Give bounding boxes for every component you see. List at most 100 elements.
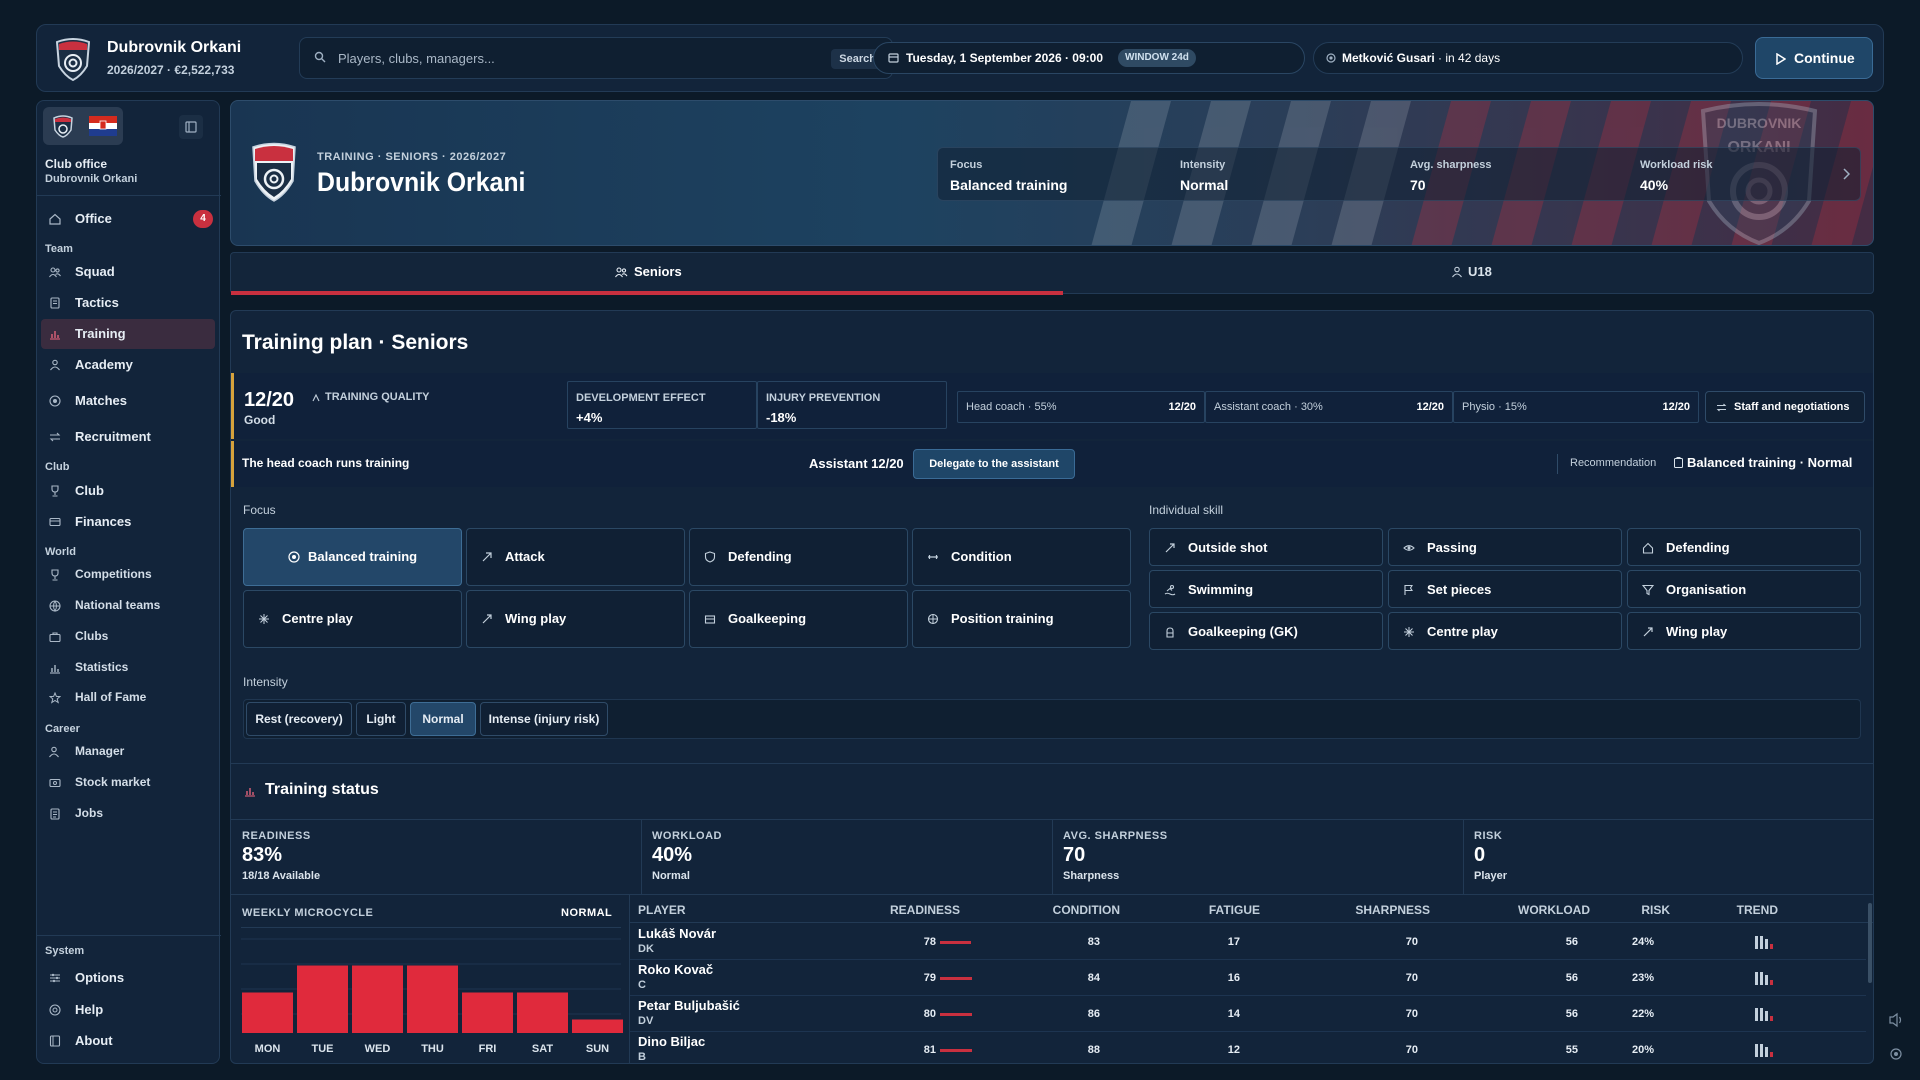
intensity-normal[interactable]: Normal xyxy=(410,702,476,736)
skill-goalkeeping-gk[interactable]: Goalkeeping (GK) xyxy=(1149,612,1383,650)
intensity-intense[interactable]: Intense (injury risk) xyxy=(480,702,608,736)
focus-balanced-training[interactable]: Balanced training xyxy=(243,528,462,586)
column-header-condition[interactable]: CONDITION xyxy=(1020,903,1120,917)
club-switcher[interactable] xyxy=(43,107,123,145)
skill-label: Centre play xyxy=(1427,624,1498,639)
focus-defending[interactable]: Defending xyxy=(689,528,908,586)
delegate-button[interactable]: Delegate to the assistant xyxy=(913,449,1075,479)
tab-u18[interactable]: U18 xyxy=(1063,253,1875,295)
sidebar-item-hall-of-fame[interactable]: Hall of Fame xyxy=(41,683,215,713)
focus-wing-play[interactable]: Wing play xyxy=(466,590,685,648)
microcycle-bar-wed xyxy=(352,965,403,1033)
skill-passing[interactable]: Passing xyxy=(1388,528,1622,566)
player-name[interactable]: Roko Kovač xyxy=(638,962,713,977)
sidebar-toggle-icon[interactable] xyxy=(179,115,203,139)
sidebar-item-help[interactable]: Help xyxy=(41,995,215,1025)
sidebar-item-recruitment[interactable]: Recruitment xyxy=(41,422,215,452)
next-match[interactable]: Metković Gusari · in 42 days xyxy=(1313,42,1743,74)
sidebar-item-competitions[interactable]: Competitions xyxy=(41,560,215,590)
skill-set-pieces[interactable]: Set pieces xyxy=(1388,570,1622,608)
search-input[interactable]: Players, clubs, managers... Search xyxy=(299,37,893,79)
player-name[interactable]: Dino Biljac xyxy=(638,1034,705,1049)
volume-icon[interactable] xyxy=(1880,1004,1912,1036)
head-coach-label: Head coach · 55% xyxy=(966,401,1057,413)
sidebar-item-academy[interactable]: Academy xyxy=(41,350,215,380)
kpi-summary[interactable]: Focus Balanced training Intensity Normal… xyxy=(937,147,1861,201)
stat-sub: Player xyxy=(1474,870,1508,882)
sidebar-item-training[interactable]: Training xyxy=(41,319,215,349)
sparkle-icon xyxy=(311,393,321,403)
sidebar-item-about[interactable]: About xyxy=(41,1026,215,1056)
sidebar-item-club[interactable]: Club xyxy=(41,476,215,506)
club-crest-icon[interactable] xyxy=(53,36,93,82)
sidebar-item-statistics[interactable]: Statistics xyxy=(41,653,215,683)
sidebar-item-squad[interactable]: Squad xyxy=(41,257,215,287)
table-header: PLAYER READINESS CONDITION FATIGUE SHARPNESS… xyxy=(630,895,1873,923)
focus-option-label: Centre play xyxy=(282,611,353,626)
document-icon xyxy=(49,808,61,820)
skill-outside-shot[interactable]: Outside shot xyxy=(1149,528,1383,566)
sidebar-item-tactics[interactable]: Tactics xyxy=(41,288,215,318)
player-name[interactable]: Lukáš Novár xyxy=(638,926,716,941)
focus-goalkeeping[interactable]: Goalkeeping xyxy=(689,590,908,648)
column-header-fatigue[interactable]: FATIGUE xyxy=(1160,903,1260,917)
glove-icon xyxy=(1164,626,1176,638)
bar-chart-icon xyxy=(49,328,61,340)
column-header-sharpness[interactable]: SHARPNESS xyxy=(1330,903,1430,917)
staff-negotiations-button[interactable]: Staff and negotiations xyxy=(1705,391,1865,423)
date-display[interactable]: Tuesday, 1 September 2026 · 09:00 WINDOW… xyxy=(873,42,1305,74)
focus-attack[interactable]: Attack xyxy=(466,528,685,586)
kpi-risk-label: Workload risk xyxy=(1640,159,1713,171)
continue-button[interactable]: Continue xyxy=(1755,37,1873,79)
physio-card[interactable]: Physio · 15% 12/20 xyxy=(1453,391,1699,423)
readiness-bar xyxy=(940,977,972,980)
sidebar-item-office[interactable]: Office 4 xyxy=(41,204,215,234)
kpi-focus-value: Balanced training xyxy=(950,177,1068,193)
sidebar-item-matches[interactable]: Matches xyxy=(41,386,215,416)
skill-defending[interactable]: Defending xyxy=(1627,528,1861,566)
head-coach-card[interactable]: Head coach · 55% 12/20 xyxy=(957,391,1205,423)
table-row[interactable]: Petar Buljubašić DV 80 86 14 70 56 22% xyxy=(630,996,1866,1032)
trend-bars-icon xyxy=(1754,1006,1776,1022)
focus-condition[interactable]: Condition xyxy=(912,528,1131,586)
column-header-risk[interactable]: RISK xyxy=(1570,903,1670,917)
skill-wing-play[interactable]: Wing play xyxy=(1627,612,1861,650)
tab-seniors[interactable]: Seniors xyxy=(231,253,1063,291)
assistant-coach-card[interactable]: Assistant coach · 30% 12/20 xyxy=(1205,391,1453,423)
sidebar-item-options[interactable]: Options xyxy=(41,963,215,993)
skill-organisation[interactable]: Organisation xyxy=(1627,570,1861,608)
skill-centre-play[interactable]: Centre play xyxy=(1388,612,1622,650)
inj-label: INJURY PREVENTION xyxy=(766,392,881,404)
sidebar-item-label: Options xyxy=(75,970,125,985)
sidebar-item-stock-market[interactable]: Stock market xyxy=(41,768,215,798)
player-position: DK xyxy=(638,943,654,955)
sidebar-item-finances[interactable]: Finances xyxy=(41,507,215,537)
table-row[interactable]: Roko Kovač C 79 84 16 70 56 23% xyxy=(630,960,1866,996)
skill-swimming[interactable]: Swimming xyxy=(1149,570,1383,608)
wallet-icon xyxy=(49,516,61,528)
arrow-up-right-icon xyxy=(481,551,493,563)
sidebar-item-manager[interactable]: Manager xyxy=(41,737,215,767)
sidebar-item-clubs[interactable]: Clubs xyxy=(41,622,215,652)
arrow-diagonal-icon xyxy=(1642,626,1654,638)
focus-label: Focus xyxy=(243,503,276,517)
sidebar-item-national-teams[interactable]: National teams xyxy=(41,591,215,621)
player-name[interactable]: Petar Buljubašić xyxy=(638,998,740,1013)
settings-icon[interactable] xyxy=(1880,1038,1912,1070)
column-header-trend[interactable]: TREND xyxy=(1678,903,1778,917)
physio-label: Physio · 15% xyxy=(1462,401,1527,413)
intensity-rest[interactable]: Rest (recovery) xyxy=(246,702,352,736)
intensity-light[interactable]: Light xyxy=(356,702,406,736)
focus-position-training[interactable]: Position training xyxy=(912,590,1131,648)
scrollbar[interactable] xyxy=(1868,903,1872,983)
book-icon xyxy=(49,1035,61,1047)
column-header-player[interactable]: PLAYER xyxy=(638,903,686,917)
training-plan-title: Training plan · Seniors xyxy=(242,331,469,354)
table-row[interactable]: Dino Biljac B 81 88 12 70 55 20% xyxy=(630,1032,1866,1063)
microcycle-title: WEEKLY MICROCYCLE xyxy=(242,907,374,919)
focus-centre-play[interactable]: Centre play xyxy=(243,590,462,648)
table-row[interactable]: Lukáš Novár DK 78 83 17 70 56 24% xyxy=(630,924,1866,960)
sidebar-item-jobs[interactable]: Jobs xyxy=(41,799,215,829)
stat-risk: RISK 0 Player xyxy=(1464,820,1873,894)
column-header-readiness[interactable]: READINESS xyxy=(860,903,960,917)
